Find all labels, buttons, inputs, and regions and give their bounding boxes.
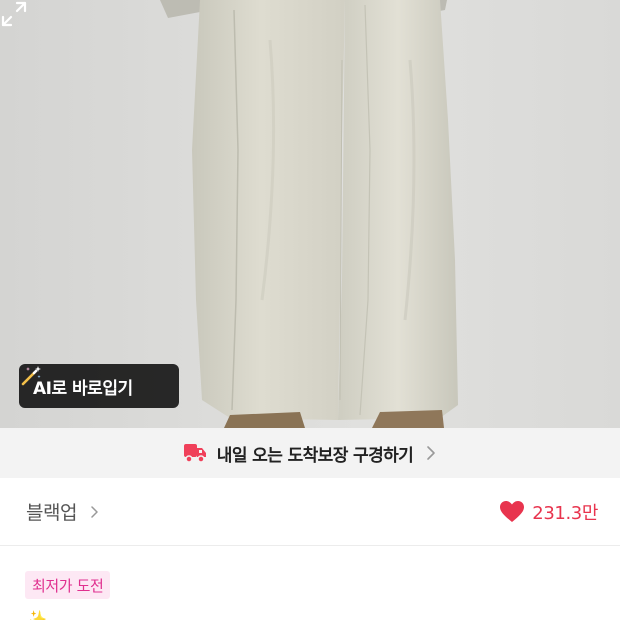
lowest-price-badge: 최저가 도전 <box>25 571 111 599</box>
sparkle-icon: ✨ <box>26 610 47 620</box>
truck-icon <box>183 444 206 463</box>
store-row: 블랙업 231.3만 <box>0 478 620 546</box>
product-title-text: … … … … … … … … <box>50 610 221 620</box>
store-name-link[interactable]: 블랙업 <box>26 498 77 525</box>
heart-icon[interactable] <box>499 500 525 524</box>
like-count: 231.3만 <box>532 502 598 524</box>
product-image[interactable]: AI로 바로입기 <box>0 0 620 428</box>
delivery-banner-text: 내일 오는 도착보장 구경하기 <box>216 445 414 466</box>
product-title: ✨… … … … … … … … <box>26 610 616 620</box>
chevron-right-icon <box>427 446 436 460</box>
badge-label: 최저가 도전 <box>32 576 104 595</box>
ai-try-on-button[interactable]: AI로 바로입기 <box>19 364 179 408</box>
delivery-guarantee-banner[interactable]: 내일 오는 도착보장 구경하기 <box>0 428 620 478</box>
chevron-right-icon[interactable] <box>89 505 101 519</box>
magic-wand-icon <box>21 366 41 386</box>
ai-try-on-label: AI로 바로입기 <box>33 378 133 399</box>
expand-icon[interactable] <box>0 0 28 28</box>
